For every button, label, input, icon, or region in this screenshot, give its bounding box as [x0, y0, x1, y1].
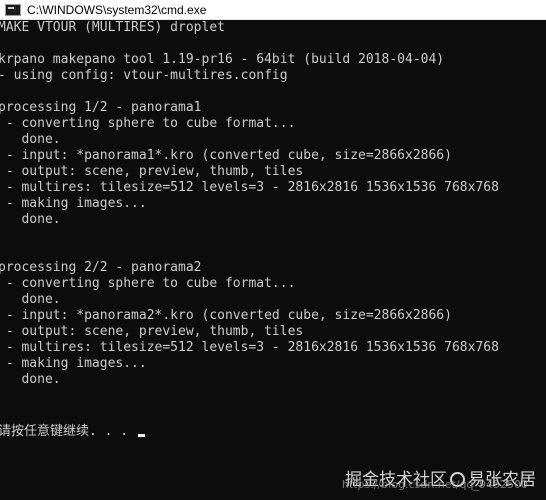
console-output[interactable]: MAKE VTOUR (MULTIRES) droplet krpano mak…: [0, 20, 546, 500]
console-line: processing 1/2 - panorama1: [0, 100, 202, 115]
console-line: processing 2/2 - panorama2: [0, 260, 202, 275]
console-line: - input: *panorama2*.kro (converted cube…: [0, 308, 452, 323]
cmd-window[interactable]: C:\WINDOWS\system32\cmd.exe MAKE VTOUR (…: [0, 0, 546, 500]
continue-prompt: 请按任意键继续. . .: [0, 424, 136, 439]
console-line: - output: scene, preview, thumb, tiles: [0, 324, 304, 339]
console-line: - multires: tilesize=512 levels=3 - 2816…: [0, 180, 499, 195]
console-line: done.: [0, 132, 61, 147]
console-line: - multires: tilesize=512 levels=3 - 2816…: [0, 340, 499, 355]
title-bar[interactable]: C:\WINDOWS\system32\cmd.exe: [0, 0, 546, 20]
console-line: - converting sphere to cube format...: [0, 116, 296, 131]
window-title: C:\WINDOWS\system32\cmd.exe: [27, 2, 207, 17]
console-line: - using config: vtour-multires.config: [0, 68, 288, 83]
watermark-url: https://blog.csdn.net/qq_9452500: [341, 478, 528, 491]
console-line: MAKE VTOUR (MULTIRES) droplet: [0, 20, 225, 35]
console-line: done.: [0, 212, 61, 227]
console-line: - making images...: [0, 196, 147, 211]
console-line: done.: [0, 292, 61, 307]
console-line: - output: scene, preview, thumb, tiles: [0, 164, 304, 179]
console-line: - input: *panorama1*.kro (converted cube…: [0, 148, 452, 163]
text-cursor: [137, 434, 145, 437]
prompt-line[interactable]: 请按任意键继续. . .: [0, 424, 145, 440]
console-line: done.: [0, 372, 61, 387]
console-line: krpano makepano tool 1.19-pr16 - 64bit (…: [0, 52, 445, 67]
cmd-icon[interactable]: [5, 3, 21, 16]
console-line: - converting sphere to cube format...: [0, 276, 296, 291]
console-line: - making images...: [0, 356, 147, 371]
